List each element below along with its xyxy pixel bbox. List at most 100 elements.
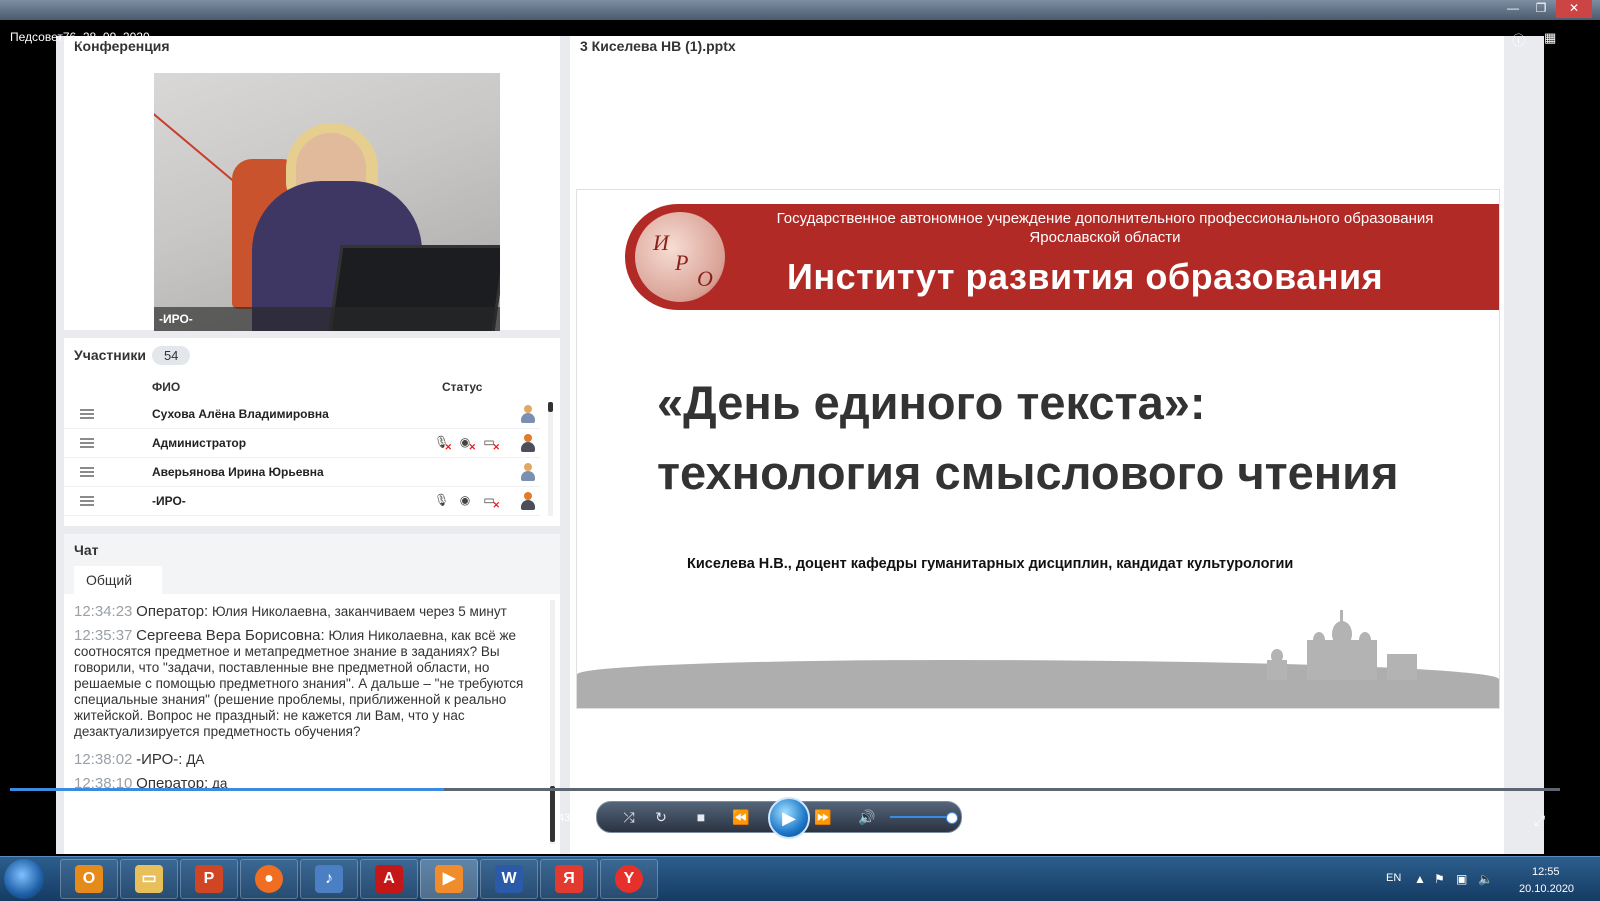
participants-label: Участники (74, 347, 146, 363)
chat-text: Юлия Николаевна, заканчиваем через 5 мин… (211, 604, 507, 619)
clock-date[interactable]: 20.10.2020 (1519, 883, 1574, 895)
audio-icon: ♪ (315, 865, 343, 893)
layout-icon[interactable]: ▦ (1544, 30, 1556, 46)
clock-time[interactable]: 12:55 (1532, 866, 1560, 878)
drag-handle-icon[interactable] (80, 496, 94, 506)
banner-org-line: Государственное автономное учреждение до… (776, 210, 1434, 227)
screen-off-icon[interactable]: ▭ ✕ (482, 435, 500, 452)
taskbar-outlook[interactable]: O (60, 859, 118, 899)
chat-author: Сергеева Вера Борисовна: (136, 627, 325, 644)
taskbar-audio[interactable]: ♪ (300, 859, 358, 899)
next-icon[interactable]: ⏩ (811, 806, 835, 828)
taskbar-word[interactable]: W (480, 859, 538, 899)
drag-handle-icon[interactable] (80, 409, 94, 419)
user-icon (520, 463, 536, 481)
window-tab-strip: — ❐ ✕ (0, 0, 1600, 20)
drag-handle-icon[interactable] (80, 467, 94, 477)
slide-title: «День единого текста»: технология смысло… (657, 368, 1399, 508)
chat-scrollbar[interactable] (550, 600, 555, 844)
window-controls: — ❐ ✕ (1500, 0, 1592, 20)
presentation-slide[interactable]: И Р О Государственное автономное учрежде… (576, 189, 1500, 709)
video-feed[interactable]: -ИРО- (154, 73, 500, 331)
user-icon (520, 405, 536, 423)
church-silhouette-icon (1267, 610, 1417, 680)
close-button[interactable]: ✕ (1556, 0, 1592, 18)
tray-expand-icon[interactable]: ▲ (1414, 872, 1426, 886)
participants-scrollbar[interactable] (548, 402, 553, 516)
tray-volume-icon[interactable]: 🔈 (1478, 872, 1493, 886)
participant-name: Аверьянова Ирина Юрьевна (152, 465, 324, 479)
presentation-panel: 3 Киселева НВ (1).pptx И Р О Государстве… (570, 36, 1504, 854)
participant-row[interactable]: Администратор 🎙 ✕ ◉ ✕ ▭ ✕ (64, 429, 540, 458)
chat-text: ДА (186, 752, 205, 767)
participant-row[interactable]: -ИРО- 🎙 ◉ ▭ ✕ (64, 487, 540, 516)
mic-muted-icon[interactable]: 🎙 ✕ (434, 435, 452, 452)
iro-logo: И Р О (635, 212, 725, 302)
info-icon[interactable]: ⓘ (1512, 30, 1525, 49)
chat-tab-general[interactable]: Общий (74, 566, 162, 594)
participant-row[interactable]: Аверьянова Ирина Юрьевна (64, 458, 540, 487)
banner-region-line: Ярославской области (1029, 229, 1181, 246)
media-title: Педсовет76_28_09_2020 (10, 30, 150, 44)
participants-count: 54 (151, 346, 191, 365)
video-caption: -ИРО- (154, 307, 500, 331)
previous-icon[interactable]: ⏪ (729, 806, 753, 828)
chat-time: 12:35:37 (74, 627, 133, 644)
seek-bar[interactable] (10, 788, 1560, 791)
column-status[interactable]: Статус (442, 380, 482, 394)
column-name[interactable]: ФИО (152, 380, 180, 394)
taskbar-firefox[interactable]: ● (240, 859, 298, 899)
start-button[interactable] (4, 859, 44, 899)
webinar-area: Конференция -ИРО- Участники 54 ФИО Статус… (56, 36, 1544, 854)
participants-panel: Участники 54 ФИО Статус Сухова Алёна Влад… (64, 338, 560, 526)
taskbar-acrobat[interactable]: A (360, 859, 418, 899)
drag-handle-icon[interactable] (80, 438, 94, 448)
volume-knob[interactable] (946, 812, 958, 824)
play-icon: ▶ (782, 808, 796, 828)
folder-icon: ▭ (135, 865, 163, 893)
taskbar-powerpoint[interactable]: P (180, 859, 238, 899)
expand-icon[interactable]: ⤢ (1534, 812, 1545, 829)
chat-time: 12:34:23 (74, 603, 133, 620)
participant-name: Администратор (152, 436, 247, 450)
chat-message: 12:38:02 -ИРО-: ДА (74, 752, 540, 768)
taskbar-yandex[interactable]: Я (540, 859, 598, 899)
repeat-icon[interactable]: ↻ (649, 806, 673, 828)
chat-author: Оператор: (136, 603, 209, 620)
chat-message: 12:34:23 Оператор: Юлия Николаевна, зака… (74, 604, 540, 620)
chat-panel: Чат Общий 12:34:23 Оператор: Юлия Никола… (64, 534, 560, 854)
play-button[interactable]: ▶ (768, 797, 810, 839)
camera-icon[interactable]: ◉ (458, 493, 472, 509)
user-admin-icon (520, 434, 536, 452)
chat-title: Чат (74, 542, 99, 558)
chat-messages: 12:34:23 Оператор: Юлия Николаевна, зака… (64, 594, 560, 854)
language-indicator[interactable]: EN (1386, 872, 1401, 884)
screen-off-icon[interactable]: ▭ ✕ (482, 493, 500, 510)
taskbar-explorer[interactable]: ▭ (120, 859, 178, 899)
firefox-icon: ● (255, 865, 283, 893)
volume-icon[interactable]: 🔊 (855, 806, 879, 828)
shuffle-icon[interactable]: ⤮ (617, 806, 641, 828)
outlook-icon: O (75, 865, 103, 893)
tray-flag-icon[interactable]: ⚑ (1434, 872, 1445, 886)
yandex-icon: Я (555, 865, 583, 893)
stop-icon[interactable]: ■ (689, 806, 713, 828)
participant-name: -ИРО- (152, 494, 186, 508)
conference-panel: Конференция -ИРО- (64, 36, 560, 331)
chat-time: 12:38:02 (74, 751, 133, 768)
volume-slider[interactable] (890, 816, 954, 818)
minimize-button[interactable]: — (1500, 0, 1526, 18)
word-icon: W (495, 865, 523, 893)
yandex-browser-icon: Y (615, 865, 643, 893)
playback-time: 43:27 (558, 812, 586, 824)
camera-off-icon[interactable]: ◉ ✕ (458, 435, 476, 452)
slide-title-line-1: «День единого текста»: (657, 376, 1206, 429)
user-admin-icon (520, 492, 536, 510)
restore-button[interactable]: ❐ (1528, 0, 1554, 18)
participant-row[interactable]: Сухова Алёна Владимировна (64, 400, 540, 429)
taskbar-yandex-browser[interactable]: Y (600, 859, 658, 899)
tray-network-icon[interactable]: ▣ (1456, 872, 1467, 886)
mic-icon[interactable]: 🎙 (434, 493, 449, 509)
taskbar-media-player[interactable]: ▶ (420, 859, 478, 899)
chat-author: -ИРО-: (136, 751, 183, 768)
